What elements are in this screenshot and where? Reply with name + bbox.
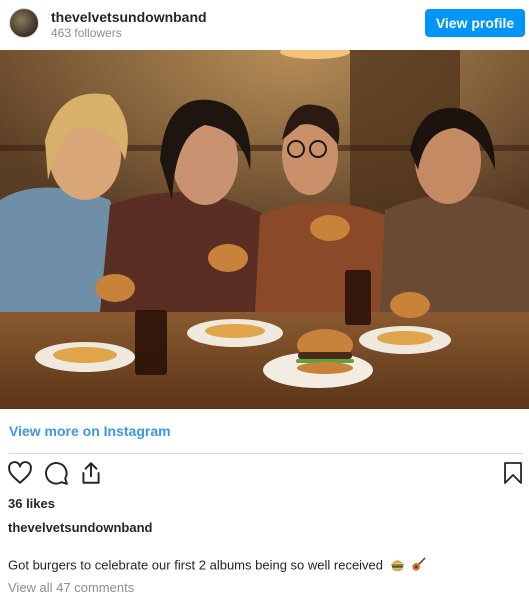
avatar[interactable] — [9, 8, 39, 38]
view-profile-button[interactable]: View profile — [425, 9, 525, 37]
heart-icon[interactable] — [7, 460, 35, 488]
profile-username[interactable]: thevelvetsundownband — [51, 9, 207, 25]
burger-emoji — [390, 557, 405, 575]
view-more-on-instagram-link[interactable]: View more on Instagram — [9, 423, 171, 439]
divider — [9, 453, 523, 454]
caption-text: Got burgers to celebrate our first 2 alb… — [8, 557, 384, 573]
follower-count: 463 followers — [51, 26, 122, 40]
post-image[interactable] — [0, 50, 529, 409]
bookmark-icon[interactable] — [501, 460, 529, 488]
post-caption: Got burgers to celebrate our first 2 alb… — [8, 557, 426, 575]
caption-username[interactable]: thevelvetsundownband — [8, 520, 152, 535]
guitar-emoji — [411, 557, 426, 575]
like-count[interactable]: 36 likes — [8, 496, 55, 511]
share-icon[interactable] — [78, 460, 106, 488]
view-all-comments-link[interactable]: View all 47 comments — [8, 580, 134, 595]
post-header: thevelvetsundownband 463 followers View … — [0, 0, 529, 50]
comment-icon[interactable] — [43, 460, 71, 488]
